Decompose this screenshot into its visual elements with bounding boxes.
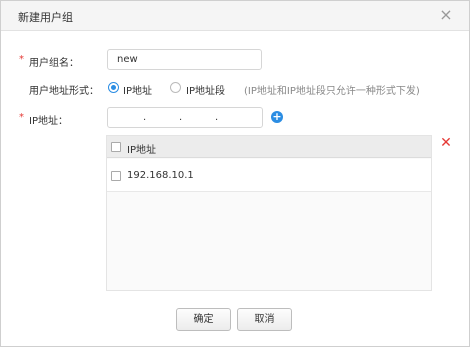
ip-octet-3[interactable]	[186, 110, 212, 125]
radio-ip-address[interactable]	[108, 82, 119, 93]
cancel-button[interactable]: 取消	[237, 308, 292, 331]
address-type-hint: (IP地址和IP地址段只允许一种形式下发)	[244, 86, 420, 97]
ip-separator: .	[179, 112, 183, 123]
required-mark-ip: *	[19, 112, 24, 123]
required-mark-group-name: *	[19, 54, 24, 65]
group-name-input[interactable]: new	[107, 49, 262, 70]
address-type-label: 用户地址形式：	[29, 86, 99, 97]
new-user-group-dialog: 新建用户组 × * 用户组名： new 用户地址形式： IP地址 IP地址段 (…	[0, 0, 470, 347]
dialog-title: 新建用户组	[18, 11, 73, 24]
radio-ip-range-label[interactable]: IP地址段	[186, 82, 225, 97]
ip-address-table: IP地址 192.168.10.1	[106, 135, 432, 291]
add-ip-icon[interactable]: +	[271, 111, 283, 123]
delete-icon[interactable]: ✕	[440, 136, 452, 150]
ip-address-input[interactable]: . . .	[107, 107, 263, 128]
ip-octet-2[interactable]	[150, 110, 176, 125]
close-icon[interactable]: ×	[437, 6, 455, 24]
radio-ip-range[interactable]	[170, 82, 181, 93]
ip-separator: .	[143, 112, 147, 123]
select-all-checkbox[interactable]	[111, 142, 121, 152]
ip-octet-1[interactable]	[114, 110, 140, 125]
dialog-title-bar: 新建用户组 ×	[1, 1, 469, 31]
ip-address-label: IP地址：	[29, 116, 68, 127]
confirm-button[interactable]: 确定	[176, 308, 231, 331]
table-header-ip: IP地址	[127, 145, 156, 156]
ip-separator: .	[215, 112, 219, 123]
ip-octet-4[interactable]	[222, 110, 248, 125]
group-name-label: 用户组名：	[29, 58, 79, 69]
table-cell-ip: 192.168.10.1	[127, 170, 194, 181]
table-row[interactable]: 192.168.10.1	[107, 159, 431, 192]
row-checkbox[interactable]	[111, 171, 121, 181]
radio-ip-address-label[interactable]: IP地址	[123, 82, 152, 97]
table-header: IP地址	[107, 136, 431, 158]
